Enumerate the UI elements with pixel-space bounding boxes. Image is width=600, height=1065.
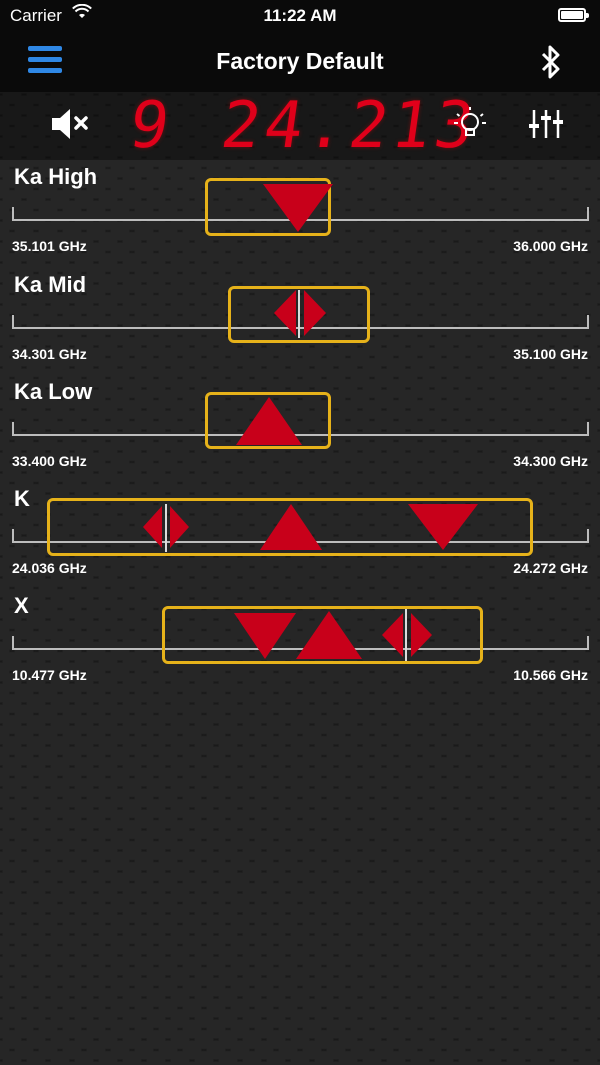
range-low-label: 35.101 GHz <box>12 238 87 254</box>
signal-up-arrow-icon <box>236 397 302 445</box>
signal-up-arrow-icon <box>260 504 322 550</box>
band-name: X <box>14 593 29 618</box>
band-digit-readout: 9 <box>124 89 178 163</box>
band-row-x: X 10.477 GHz 10.566 GHz <box>0 591 600 698</box>
band-row-ka-low: Ka Low 33.400 GHz 34.300 GHz <box>0 377 600 484</box>
battery-icon <box>558 8 589 22</box>
band-row-ka-mid: Ka Mid 34.301 GHz 35.100 GHz <box>0 270 600 377</box>
signal-side-arrows-icon <box>274 290 326 336</box>
range-low-label: 24.036 GHz <box>12 560 87 576</box>
range-low-label: 33.400 GHz <box>12 453 87 469</box>
signal-up-arrow-icon <box>296 611 362 659</box>
signal-down-arrow-icon <box>263 184 333 232</box>
range-low-label: 10.477 GHz <box>12 667 87 683</box>
band-row-ka-high: Ka High 35.101 GHz 36.000 GHz <box>0 162 600 269</box>
sliders-icon[interactable] <box>526 106 566 142</box>
status-time: 11:22 AM <box>263 6 337 25</box>
band-name: Ka High <box>14 164 98 189</box>
range-high-label: 36.000 GHz <box>513 238 588 254</box>
range-high-label: 10.566 GHz <box>513 667 588 683</box>
page-title: Factory Default <box>216 48 384 74</box>
band-name: K <box>14 486 30 511</box>
signal-down-arrow-icon <box>408 504 478 550</box>
bluetooth-icon[interactable] <box>538 44 564 80</box>
frequency-readout: 24.213 <box>216 89 483 163</box>
detector-display: 9 24.213 <box>0 89 600 163</box>
band-row-k: K 24.036 GHz 24.272 GHz <box>0 484 600 591</box>
range-high-label: 24.272 GHz <box>513 560 588 576</box>
band-name: Ka Low <box>14 379 93 404</box>
signal-side-arrows-icon <box>382 613 432 657</box>
status-bar: Carrier 11:22 AM <box>0 0 600 32</box>
range-high-label: 34.300 GHz <box>513 453 588 469</box>
range-low-label: 34.301 GHz <box>12 346 87 362</box>
lightbulb-icon[interactable] <box>452 104 488 144</box>
signal-down-arrow-icon <box>234 613 296 659</box>
signal-side-arrows-icon <box>143 506 189 548</box>
range-high-label: 35.100 GHz <box>513 346 588 362</box>
speaker-mute-icon[interactable] <box>48 106 92 142</box>
nav-bar: Factory Default <box>0 32 600 92</box>
band-name: Ka Mid <box>14 272 87 297</box>
